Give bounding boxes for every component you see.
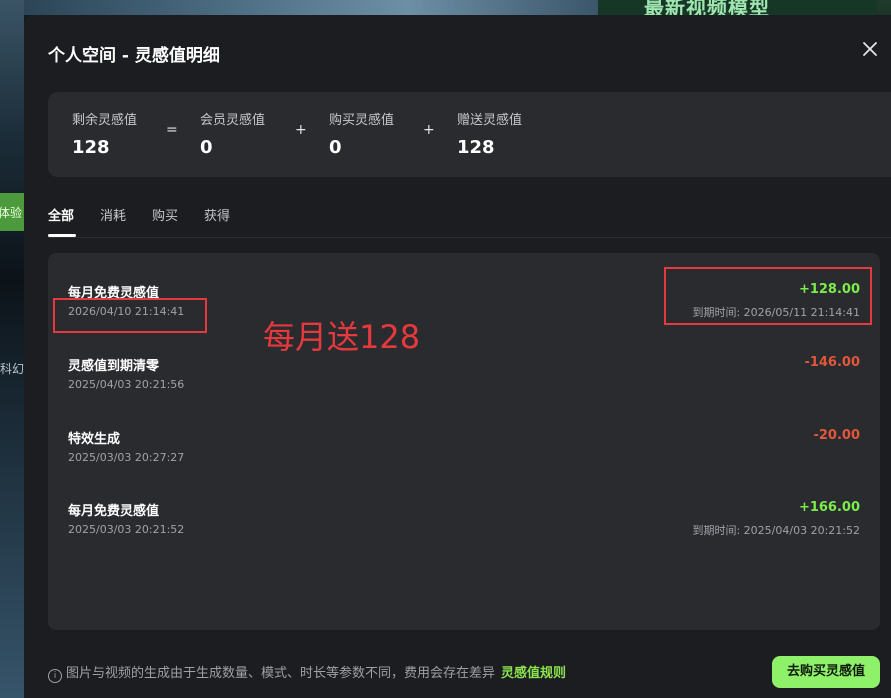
summary-label: 赠送灵感值 bbox=[457, 113, 523, 128]
active-tab-indicator bbox=[48, 234, 76, 237]
summary-remaining: 剩余灵感值 128 bbox=[72, 109, 137, 158]
buy-credits-button[interactable]: 去购买灵感值 bbox=[772, 656, 880, 688]
tab-earned[interactable]: 获得 bbox=[204, 205, 230, 224]
background-banner-text: 最新视频模型 bbox=[644, 0, 770, 15]
record-amount: -20.00 bbox=[813, 428, 860, 443]
tab-consume[interactable]: 消耗 bbox=[100, 205, 126, 224]
close-button[interactable] bbox=[858, 37, 882, 61]
list-item: 灵感值到期清零 2025/04/03 20:21:56 -146.00 bbox=[48, 355, 880, 415]
summary-value: 128 bbox=[457, 137, 495, 158]
record-date: 2025/03/03 20:21:52 bbox=[68, 523, 185, 536]
background-chip-text: 体验 bbox=[0, 206, 23, 220]
footer-note: i 图片与视频的生成由于生成数量、模式、时长等参数不同，费用会存在差异 灵感值规则 bbox=[48, 662, 566, 683]
summary-label: 会员灵感值 bbox=[200, 113, 266, 128]
summary-gifted: 赠送灵感值 128 bbox=[457, 109, 522, 158]
background-page-top bbox=[24, 0, 598, 15]
footer-note-text: 图片与视频的生成由于生成数量、模式、时长等参数不同，费用会存在差异 bbox=[66, 666, 496, 681]
annotation-box-amount bbox=[664, 267, 872, 325]
tab-purchase[interactable]: 购买 bbox=[152, 205, 178, 224]
tab-all[interactable]: 全部 bbox=[48, 205, 74, 224]
info-icon: i bbox=[48, 669, 62, 683]
summary-value: 0 bbox=[329, 137, 342, 158]
list-item: 每月免费灵感值 2025/03/03 20:21:52 +166.00 到期时间… bbox=[48, 500, 880, 560]
annotation-box-date bbox=[53, 298, 207, 333]
record-tabs: 全部 消耗 购买 获得 bbox=[48, 205, 891, 238]
summary-label: 购买灵感值 bbox=[329, 113, 395, 128]
background-chip: 体验 bbox=[0, 193, 24, 231]
summary-label: 剩余灵感值 bbox=[72, 113, 138, 128]
rules-link[interactable]: 灵感值规则 bbox=[501, 666, 566, 681]
list-item: 特效生成 2025/03/03 20:27:27 -20.00 bbox=[48, 428, 880, 488]
summary-operator: = bbox=[166, 122, 178, 138]
credits-detail-modal: 个人空间 - 灵感值明细 剩余灵感值 128 = 会员灵感值 0 + 购买灵感值… bbox=[24, 15, 891, 698]
record-amount: +166.00 bbox=[798, 500, 860, 515]
record-date: 2025/04/03 20:21:56 bbox=[68, 378, 185, 391]
record-amount: -146.00 bbox=[804, 355, 860, 370]
record-expire: 到期时间: 2025/04/03 20:21:52 bbox=[692, 524, 860, 537]
summary-operator: + bbox=[295, 122, 307, 138]
summary-value: 128 bbox=[72, 137, 110, 158]
close-icon bbox=[863, 42, 877, 56]
background-banner: 最新视频模型 bbox=[598, 0, 891, 15]
summary-purchased: 购买灵感值 0 bbox=[329, 109, 394, 158]
record-title: 每月免费灵感值 bbox=[68, 504, 160, 519]
summary-value: 0 bbox=[200, 137, 213, 158]
record-date: 2025/03/03 20:27:27 bbox=[68, 451, 185, 464]
annotation-text: 每月送128 bbox=[263, 318, 421, 356]
summary-operator: + bbox=[423, 122, 435, 138]
background-page-left bbox=[0, 0, 24, 698]
modal-title: 个人空间 - 灵感值明细 bbox=[48, 46, 220, 66]
summary-member: 会员灵感值 0 bbox=[200, 109, 265, 158]
record-title: 灵感值到期清零 bbox=[68, 359, 160, 374]
record-title: 特效生成 bbox=[68, 432, 121, 447]
background-label: 科幻 bbox=[0, 362, 24, 376]
credits-summary: 剩余灵感值 128 = 会员灵感值 0 + 购买灵感值 0 + 赠送灵感值 12… bbox=[48, 92, 891, 177]
